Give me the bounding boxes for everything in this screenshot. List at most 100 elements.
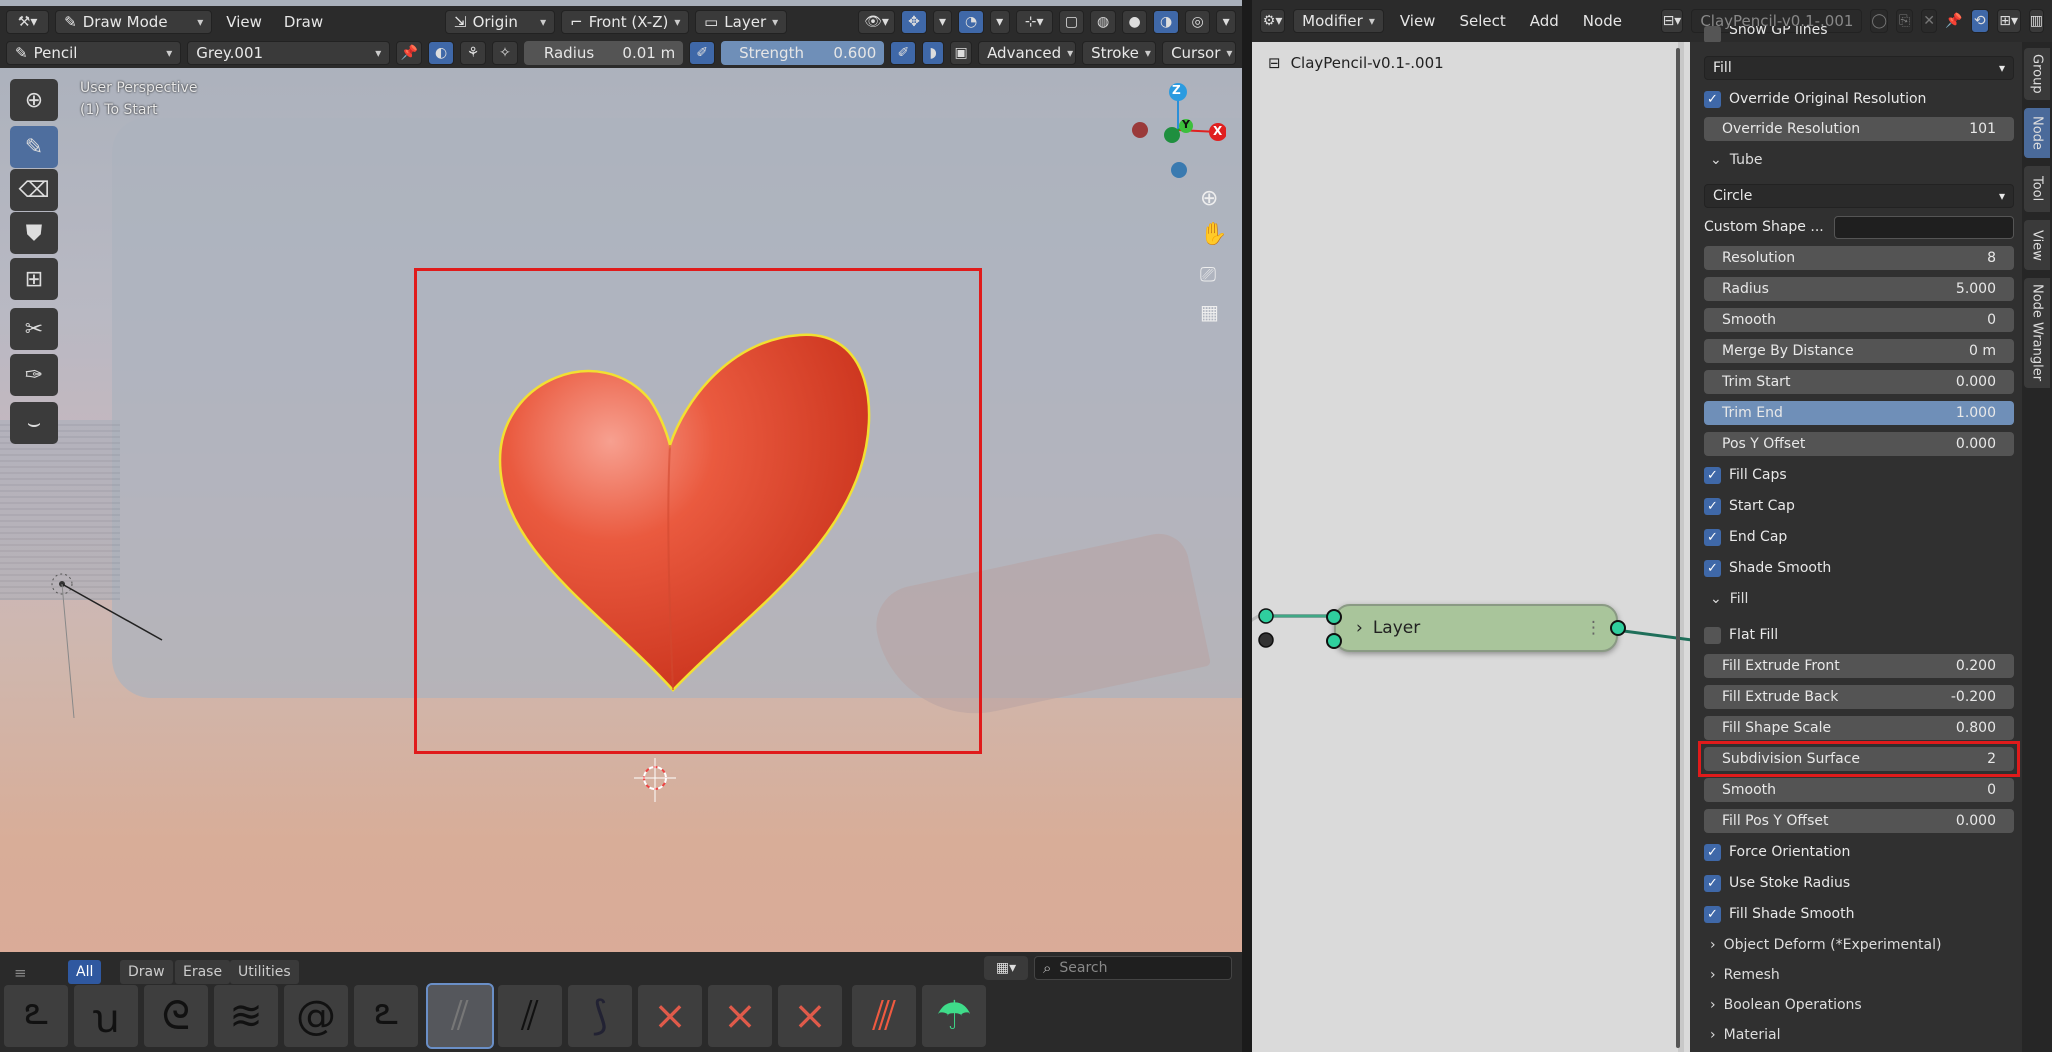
shelf-tab-utilities[interactable]: Utilities	[230, 960, 299, 984]
gizmo-toggle[interactable]: ✥	[901, 9, 927, 34]
tool-fill[interactable]: ⛊	[10, 212, 58, 254]
brush-color-button[interactable]: ◐	[428, 40, 455, 65]
brush-thumb-1[interactable]: ఽ	[4, 985, 68, 1047]
menu-view[interactable]: View	[1392, 12, 1444, 30]
pivot-dropdown[interactable]: ⇲ Origin ▾	[445, 9, 556, 34]
fill-shade-smooth-check[interactable]: ✓ Fill Shade Smooth	[1704, 902, 1854, 926]
brush-thumb-2[interactable]: ꭒ	[74, 985, 138, 1047]
brush-thumb-3[interactable]: ᘓ	[144, 985, 208, 1047]
cursor-dropdown[interactable]: Cursor ▾	[1162, 40, 1237, 65]
brush-pin-button[interactable]: ✧	[492, 40, 518, 65]
radius-pressure-button[interactable]: ✐	[689, 40, 716, 65]
menu-node[interactable]: Node	[1575, 12, 1630, 30]
overlay-dropdown[interactable]: ▾	[989, 9, 1010, 34]
trim-end-field[interactable]: Trim End 1.000	[1704, 401, 2014, 425]
shading-material-button[interactable]: ◑	[1153, 9, 1179, 34]
fill-mode-dropdown[interactable]: Fill ▾	[1704, 56, 2014, 80]
lock-button[interactable]: ▣	[950, 40, 973, 65]
gizmo-dropdown[interactable]: ▾	[932, 9, 953, 34]
orientation-dropdown[interactable]: ⌐ Front (X-Z) ▾	[561, 9, 690, 34]
menu-add[interactable]: Add	[1522, 12, 1567, 30]
fill-extrude-back-field[interactable]: Fill Extrude Back -0.200	[1704, 685, 2014, 709]
menu-draw[interactable]: Draw	[276, 13, 331, 31]
tube-radius-field[interactable]: Radius 5.000	[1704, 277, 2014, 301]
tool-cursor[interactable]: ⊕	[10, 79, 58, 121]
pos-y-offset-field[interactable]: Pos Y Offset 0.000	[1704, 432, 2014, 456]
start-cap-check[interactable]: ✓ Start Cap	[1704, 494, 1795, 518]
node-input-socket[interactable]	[1326, 609, 1342, 625]
tube-section-header[interactable]: ⌄ Tube	[1710, 148, 1763, 172]
object-deform-section[interactable]: › Object Deform (*Experimental)	[1710, 933, 1941, 957]
panel-scrollbar[interactable]	[1676, 48, 1680, 1048]
menu-select[interactable]: Select	[1451, 12, 1513, 30]
strength-pressure-button[interactable]: ✐	[890, 40, 917, 65]
merge-by-distance-field[interactable]: Merge By Distance 0 m	[1704, 339, 2014, 363]
duplicate-button[interactable]: ⎘	[1896, 9, 1913, 33]
overlay-button[interactable]: ▥	[2028, 9, 2045, 33]
pin-button[interactable]: 📌	[1945, 9, 1962, 33]
advanced-dropdown[interactable]: Advanced ▾	[978, 40, 1077, 65]
overlay-toggle[interactable]: ◔	[958, 9, 984, 34]
hand-pan-icon[interactable]: ✋	[1200, 222, 1227, 247]
custom-shape-input[interactable]	[1834, 216, 2014, 239]
editor-type-button[interactable]: ⚙▾	[1260, 9, 1286, 33]
tab-node[interactable]: Node	[2024, 108, 2050, 158]
shade-smooth-check[interactable]: ✓ Shade Smooth	[1704, 556, 1831, 580]
override-resolution-check[interactable]: ✓ Override Original Resolution	[1704, 87, 1926, 111]
brush-thumb-7[interactable]: ⫽	[426, 983, 494, 1049]
tube-smooth-field[interactable]: Smooth 0	[1704, 308, 2014, 332]
navigation-gizmo[interactable]: Z Y X	[1130, 80, 1227, 180]
shading-solid-button[interactable]: ●	[1121, 9, 1148, 34]
layer-node[interactable]: › Layer ⋮	[1334, 604, 1618, 652]
pin-button[interactable]: 📌	[396, 40, 423, 65]
boolean-operations-section[interactable]: › Boolean Operations	[1710, 993, 1862, 1017]
tool-interpolate[interactable]: ⌣	[10, 402, 58, 444]
trim-start-field[interactable]: Trim Start 0.000	[1704, 370, 2014, 394]
display-mode-button[interactable]: ▦▾	[984, 956, 1028, 980]
brush-palette-button[interactable]: ⚘	[460, 40, 486, 65]
tab-node-wrangler[interactable]: Node Wrangler	[2024, 278, 2050, 388]
material-section[interactable]: › Material	[1710, 1023, 1780, 1047]
shading-dropdown[interactable]: ▾	[1216, 9, 1236, 34]
flat-fill-check[interactable]: Flat Fill	[1704, 623, 1778, 647]
force-orientation-check[interactable]: ✓ Force Orientation	[1704, 840, 1850, 864]
zoom-icon[interactable]: ⊕	[1200, 186, 1218, 211]
brush-thumb-14[interactable]: ☂	[922, 985, 986, 1047]
brush-thumb-4[interactable]: ≋	[214, 985, 278, 1047]
editor-context-dropdown[interactable]: Modifier ▾	[1293, 9, 1384, 33]
fill-smooth-field[interactable]: Smooth 0	[1704, 778, 2014, 802]
node-output-socket[interactable]	[1610, 620, 1626, 636]
snap-toggle[interactable]: ⟲	[1970, 9, 1989, 33]
fill-extrude-front-field[interactable]: Fill Extrude Front 0.200	[1704, 654, 2014, 678]
brush-dropdown[interactable]: ✎ Pencil ▾	[6, 40, 182, 65]
remesh-section[interactable]: › Remesh	[1710, 963, 1780, 987]
brush-thumb-13[interactable]: ⫻	[852, 985, 916, 1047]
brush-thumb-11[interactable]: ⨯	[708, 985, 772, 1047]
shelf-tab-erase[interactable]: Erase	[175, 960, 231, 984]
radius-field[interactable]: Radius 0.01 m	[523, 40, 684, 65]
brush-thumb-6[interactable]: ఽ	[354, 985, 418, 1047]
shading-rendered-button[interactable]: ◎	[1184, 9, 1211, 34]
fill-pos-y-offset-field[interactable]: Fill Pos Y Offset 0.000	[1704, 809, 2014, 833]
tab-group[interactable]: Group	[2024, 48, 2050, 100]
snap-options[interactable]: ⊞▾	[1996, 9, 2021, 33]
shading-wireframe-button[interactable]: ◍	[1090, 9, 1116, 34]
tool-draw[interactable]: ✎	[10, 126, 58, 168]
fill-shape-scale-field[interactable]: Fill Shape Scale 0.800	[1704, 716, 2014, 740]
brush-thumb-5[interactable]: @	[284, 985, 348, 1047]
tab-tool[interactable]: Tool	[2024, 166, 2050, 212]
brush-thumb-9[interactable]: ⟆	[568, 985, 632, 1047]
fake-user-button[interactable]: ◯	[1870, 9, 1889, 33]
tool-erase[interactable]: ⌫	[10, 169, 58, 211]
mode-dropdown[interactable]: ✎ Draw Mode ▾	[55, 9, 213, 34]
editor-type-button[interactable]: ⚒▾	[6, 9, 50, 34]
tube-resolution-field[interactable]: Resolution 8	[1704, 246, 2014, 270]
material-dropdown[interactable]: Grey.001 ▾	[187, 40, 391, 65]
stabilize-button[interactable]: ◗	[922, 40, 945, 65]
use-stoke-radius-check[interactable]: ✓ Use Stoke Radius	[1704, 871, 1850, 895]
strength-field[interactable]: Strength 0.600	[721, 40, 885, 65]
override-resolution-field[interactable]: Override Resolution 101	[1704, 117, 2014, 141]
shelf-tab-draw[interactable]: Draw	[120, 960, 173, 984]
shelf-menu-icon[interactable]: ≡	[14, 964, 27, 982]
brush-thumb-12[interactable]: ⨯	[778, 985, 842, 1047]
